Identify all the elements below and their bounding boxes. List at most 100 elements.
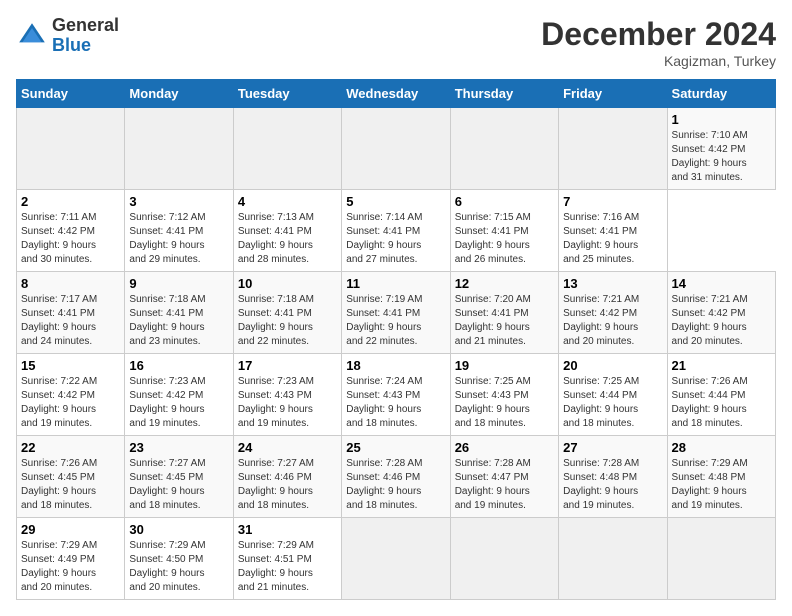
calendar-day-24: 24 Sunrise: 7:27 AMSunset: 4:46 PMDayligh… [233, 436, 341, 518]
day-number: 2 [21, 194, 120, 209]
calendar-table: SundayMondayTuesdayWednesdayThursdayFrid… [16, 79, 776, 600]
day-info: Sunrise: 7:18 AMSunset: 4:41 PMDaylight:… [129, 294, 205, 347]
calendar-week-3: 8Sunrise: 7:17 AMSunset: 4:41 PMDaylight… [17, 272, 776, 354]
day-info: Sunrise: 7:29 AMSunset: 4:50 PMDaylight:… [129, 540, 205, 593]
day-info: Sunrise: 7:28 AMSunset: 4:47 PMDaylight:… [455, 458, 531, 511]
calendar-day-9: 9 Sunrise: 7:18 AMSunset: 4:41 PMDaylight… [125, 272, 233, 354]
day-number: 6 [455, 194, 554, 209]
day-number: 15 [21, 358, 120, 373]
day-info: Sunrise: 7:27 AMSunset: 4:46 PMDaylight:… [238, 458, 314, 511]
calendar-day-15: 15 Sunrise: 7:22 AMSunset: 4:42 PMDayligh… [17, 354, 125, 436]
calendar-day-29: 29 Sunrise: 7:29 AMSunset: 4:49 PMDayligh… [17, 518, 125, 600]
day-number: 18 [346, 358, 445, 373]
calendar-day-2: 2Sunrise: 7:11 AMSunset: 4:42 PMDaylight… [17, 190, 125, 272]
day-number: 24 [238, 440, 337, 455]
calendar-week-2: 2Sunrise: 7:11 AMSunset: 4:42 PMDaylight… [17, 190, 776, 272]
empty-cell [450, 518, 558, 600]
calendar-day-1: 1Sunrise: 7:10 AMSunset: 4:42 PMDaylight… [667, 108, 775, 190]
calendar-day-26: 26Sunrise: 7:28 AMSunset: 4:47 PMDayligh… [450, 436, 558, 518]
empty-cell [233, 108, 341, 190]
logo-icon [16, 20, 48, 52]
calendar-day-6: 6 Sunrise: 7:15 AMSunset: 4:41 PMDaylight… [450, 190, 558, 272]
calendar-day-23: 23Sunrise: 7:27 AMSunset: 4:45 PMDayligh… [125, 436, 233, 518]
day-info: Sunrise: 7:22 AMSunset: 4:42 PMDaylight:… [21, 376, 97, 429]
day-number: 17 [238, 358, 337, 373]
weekday-header-tuesday: Tuesday [233, 80, 341, 108]
day-info: Sunrise: 7:25 AMSunset: 4:43 PMDaylight:… [455, 376, 531, 429]
day-number: 3 [129, 194, 228, 209]
calendar-day-17: 17 Sunrise: 7:23 AMSunset: 4:43 PMDayligh… [233, 354, 341, 436]
day-info: Sunrise: 7:29 AMSunset: 4:51 PMDaylight:… [238, 540, 314, 593]
empty-cell [559, 108, 667, 190]
calendar-day-12: 12 Sunrise: 7:20 AMSunset: 4:41 PMDayligh… [450, 272, 558, 354]
calendar-day-10: 10 Sunrise: 7:18 AMSunset: 4:41 PMDayligh… [233, 272, 341, 354]
day-number: 19 [455, 358, 554, 373]
empty-cell [17, 108, 125, 190]
day-info: Sunrise: 7:19 AMSunset: 4:41 PMDaylight:… [346, 294, 422, 347]
day-number: 28 [672, 440, 771, 455]
day-number: 31 [238, 522, 337, 537]
calendar-day-31: 31 Sunrise: 7:29 AMSunset: 4:51 PMDayligh… [233, 518, 341, 600]
calendar-day-16: 16Sunrise: 7:23 AMSunset: 4:42 PMDayligh… [125, 354, 233, 436]
day-number: 11 [346, 276, 445, 291]
calendar-day-5: 5Sunrise: 7:14 AMSunset: 4:41 PMDaylight… [342, 190, 450, 272]
empty-cell [342, 108, 450, 190]
month-title: December 2024 [541, 16, 776, 53]
weekday-header-monday: Monday [125, 80, 233, 108]
day-number: 27 [563, 440, 662, 455]
day-number: 13 [563, 276, 662, 291]
calendar-day-13: 13Sunrise: 7:21 AMSunset: 4:42 PMDayligh… [559, 272, 667, 354]
logo: General Blue [16, 16, 119, 56]
day-number: 21 [672, 358, 771, 373]
header: General Blue December 2024 Kagizman, Tur… [16, 16, 776, 69]
weekday-header-row: SundayMondayTuesdayWednesdayThursdayFrid… [17, 80, 776, 108]
location-subtitle: Kagizman, Turkey [541, 53, 776, 69]
calendar-day-25: 25 Sunrise: 7:28 AMSunset: 4:46 PMDayligh… [342, 436, 450, 518]
calendar-day-7: 7Sunrise: 7:16 AMSunset: 4:41 PMDaylight… [559, 190, 667, 272]
day-number: 25 [346, 440, 445, 455]
calendar-day-8: 8Sunrise: 7:17 AMSunset: 4:41 PMDaylight… [17, 272, 125, 354]
day-number: 12 [455, 276, 554, 291]
weekday-header-sunday: Sunday [17, 80, 125, 108]
empty-cell [559, 518, 667, 600]
day-info: Sunrise: 7:23 AMSunset: 4:42 PMDaylight:… [129, 376, 205, 429]
day-info: Sunrise: 7:25 AMSunset: 4:44 PMDaylight:… [563, 376, 639, 429]
calendar-week-6: 29 Sunrise: 7:29 AMSunset: 4:49 PMDayligh… [17, 518, 776, 600]
day-number: 9 [129, 276, 228, 291]
day-info: Sunrise: 7:29 AMSunset: 4:49 PMDaylight:… [21, 540, 97, 593]
day-info: Sunrise: 7:20 AMSunset: 4:41 PMDaylight:… [455, 294, 531, 347]
weekday-header-wednesday: Wednesday [342, 80, 450, 108]
day-info: Sunrise: 7:18 AMSunset: 4:41 PMDaylight:… [238, 294, 314, 347]
logo-text: General Blue [52, 16, 119, 56]
calendar-day-30: 30Sunrise: 7:29 AMSunset: 4:50 PMDayligh… [125, 518, 233, 600]
day-number: 4 [238, 194, 337, 209]
calendar-week-5: 22 Sunrise: 7:26 AMSunset: 4:45 PMDayligh… [17, 436, 776, 518]
empty-cell [667, 518, 775, 600]
calendar-day-3: 3Sunrise: 7:12 AMSunset: 4:41 PMDaylight… [125, 190, 233, 272]
weekday-header-saturday: Saturday [667, 80, 775, 108]
day-info: Sunrise: 7:14 AMSunset: 4:41 PMDaylight:… [346, 212, 422, 265]
calendar-day-4: 4Sunrise: 7:13 AMSunset: 4:41 PMDaylight… [233, 190, 341, 272]
calendar-day-14: 14Sunrise: 7:21 AMSunset: 4:42 PMDayligh… [667, 272, 775, 354]
empty-cell [125, 108, 233, 190]
day-number: 10 [238, 276, 337, 291]
calendar-day-19: 19 Sunrise: 7:25 AMSunset: 4:43 PMDayligh… [450, 354, 558, 436]
calendar-day-20: 20 Sunrise: 7:25 AMSunset: 4:44 PMDayligh… [559, 354, 667, 436]
day-info: Sunrise: 7:26 AMSunset: 4:44 PMDaylight:… [672, 376, 748, 429]
calendar-week-1: 1Sunrise: 7:10 AMSunset: 4:42 PMDaylight… [17, 108, 776, 190]
day-number: 29 [21, 522, 120, 537]
day-info: Sunrise: 7:26 AMSunset: 4:45 PMDaylight:… [21, 458, 97, 511]
day-number: 22 [21, 440, 120, 455]
day-info: Sunrise: 7:28 AMSunset: 4:46 PMDaylight:… [346, 458, 422, 511]
calendar-day-28: 28Sunrise: 7:29 AMSunset: 4:48 PMDayligh… [667, 436, 775, 518]
calendar-week-4: 15 Sunrise: 7:22 AMSunset: 4:42 PMDayligh… [17, 354, 776, 436]
day-number: 14 [672, 276, 771, 291]
day-info: Sunrise: 7:23 AMSunset: 4:43 PMDaylight:… [238, 376, 314, 429]
day-number: 20 [563, 358, 662, 373]
weekday-header-friday: Friday [559, 80, 667, 108]
day-info: Sunrise: 7:24 AMSunset: 4:43 PMDaylight:… [346, 376, 422, 429]
weekday-header-thursday: Thursday [450, 80, 558, 108]
title-area: December 2024 Kagizman, Turkey [541, 16, 776, 69]
day-info: Sunrise: 7:15 AMSunset: 4:41 PMDaylight:… [455, 212, 531, 265]
day-number: 1 [672, 112, 771, 127]
